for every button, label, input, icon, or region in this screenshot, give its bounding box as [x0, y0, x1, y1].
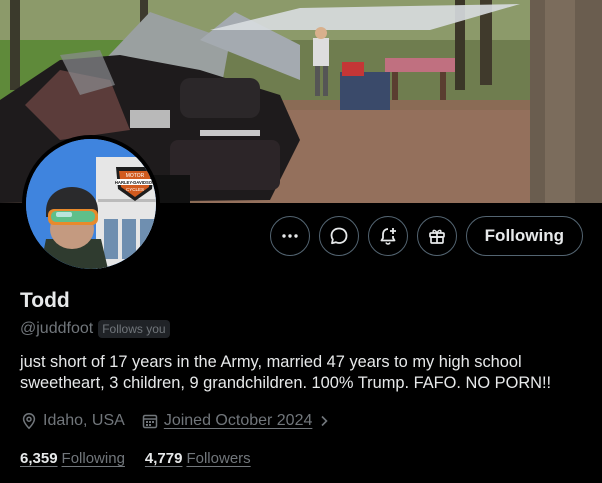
joined-text[interactable]: Joined October 2024 [164, 412, 313, 430]
avatar-photo: MOTOR HARLEY-DAVIDSON CYCLES [26, 139, 156, 269]
profile-handle: @juddfoot [20, 320, 94, 337]
following-button[interactable]: Following [465, 216, 583, 256]
chevron-right-icon [321, 415, 329, 427]
bell-plus-icon [380, 228, 396, 245]
avatar-sign-line1: MOTOR [126, 173, 145, 179]
message-button[interactable] [318, 216, 359, 256]
following-count: 6,359 [20, 450, 58, 467]
profile-name: Todd [20, 289, 70, 312]
followers-count: 4,779 [144, 450, 183, 467]
avatar[interactable]: MOTOR HARLEY-DAVIDSON CYCLES [22, 135, 160, 273]
more-horizontal-icon [281, 234, 298, 238]
profile-bio: just short of 17 years in the Army, marr… [20, 353, 552, 392]
joined-item[interactable]: Joined October 2024 [141, 412, 332, 430]
followers-stat-link[interactable]: 4,779 Followers [145, 450, 251, 467]
location-item: Idaho, USA [20, 412, 125, 430]
follow-stats: 6,359 Following 4,779 Followers [20, 450, 271, 467]
following-label: Following [61, 450, 125, 467]
following-stat-link[interactable]: 6,359 Following [20, 450, 125, 467]
subscribe-button[interactable] [416, 216, 457, 256]
calendar-icon [142, 414, 158, 429]
notify-button[interactable] [367, 216, 408, 256]
location-pin-icon [22, 413, 36, 430]
handle-row: @juddfoot Follows you [20, 320, 170, 338]
profile-meta: Idaho, USA Joined October 2024 [20, 412, 347, 430]
avatar-sign-line2: HARLEY-DAVIDSON [115, 180, 155, 185]
avatar-sign-line3: CYCLES [126, 187, 144, 192]
followers-label: Followers [186, 450, 251, 467]
message-bubble-icon [330, 227, 348, 245]
profile-actions: Following [269, 216, 583, 256]
more-button[interactable] [269, 216, 310, 256]
gift-icon [428, 229, 445, 244]
follows-you-badge: Follows you [98, 320, 170, 338]
location-text: Idaho, USA [43, 412, 125, 429]
